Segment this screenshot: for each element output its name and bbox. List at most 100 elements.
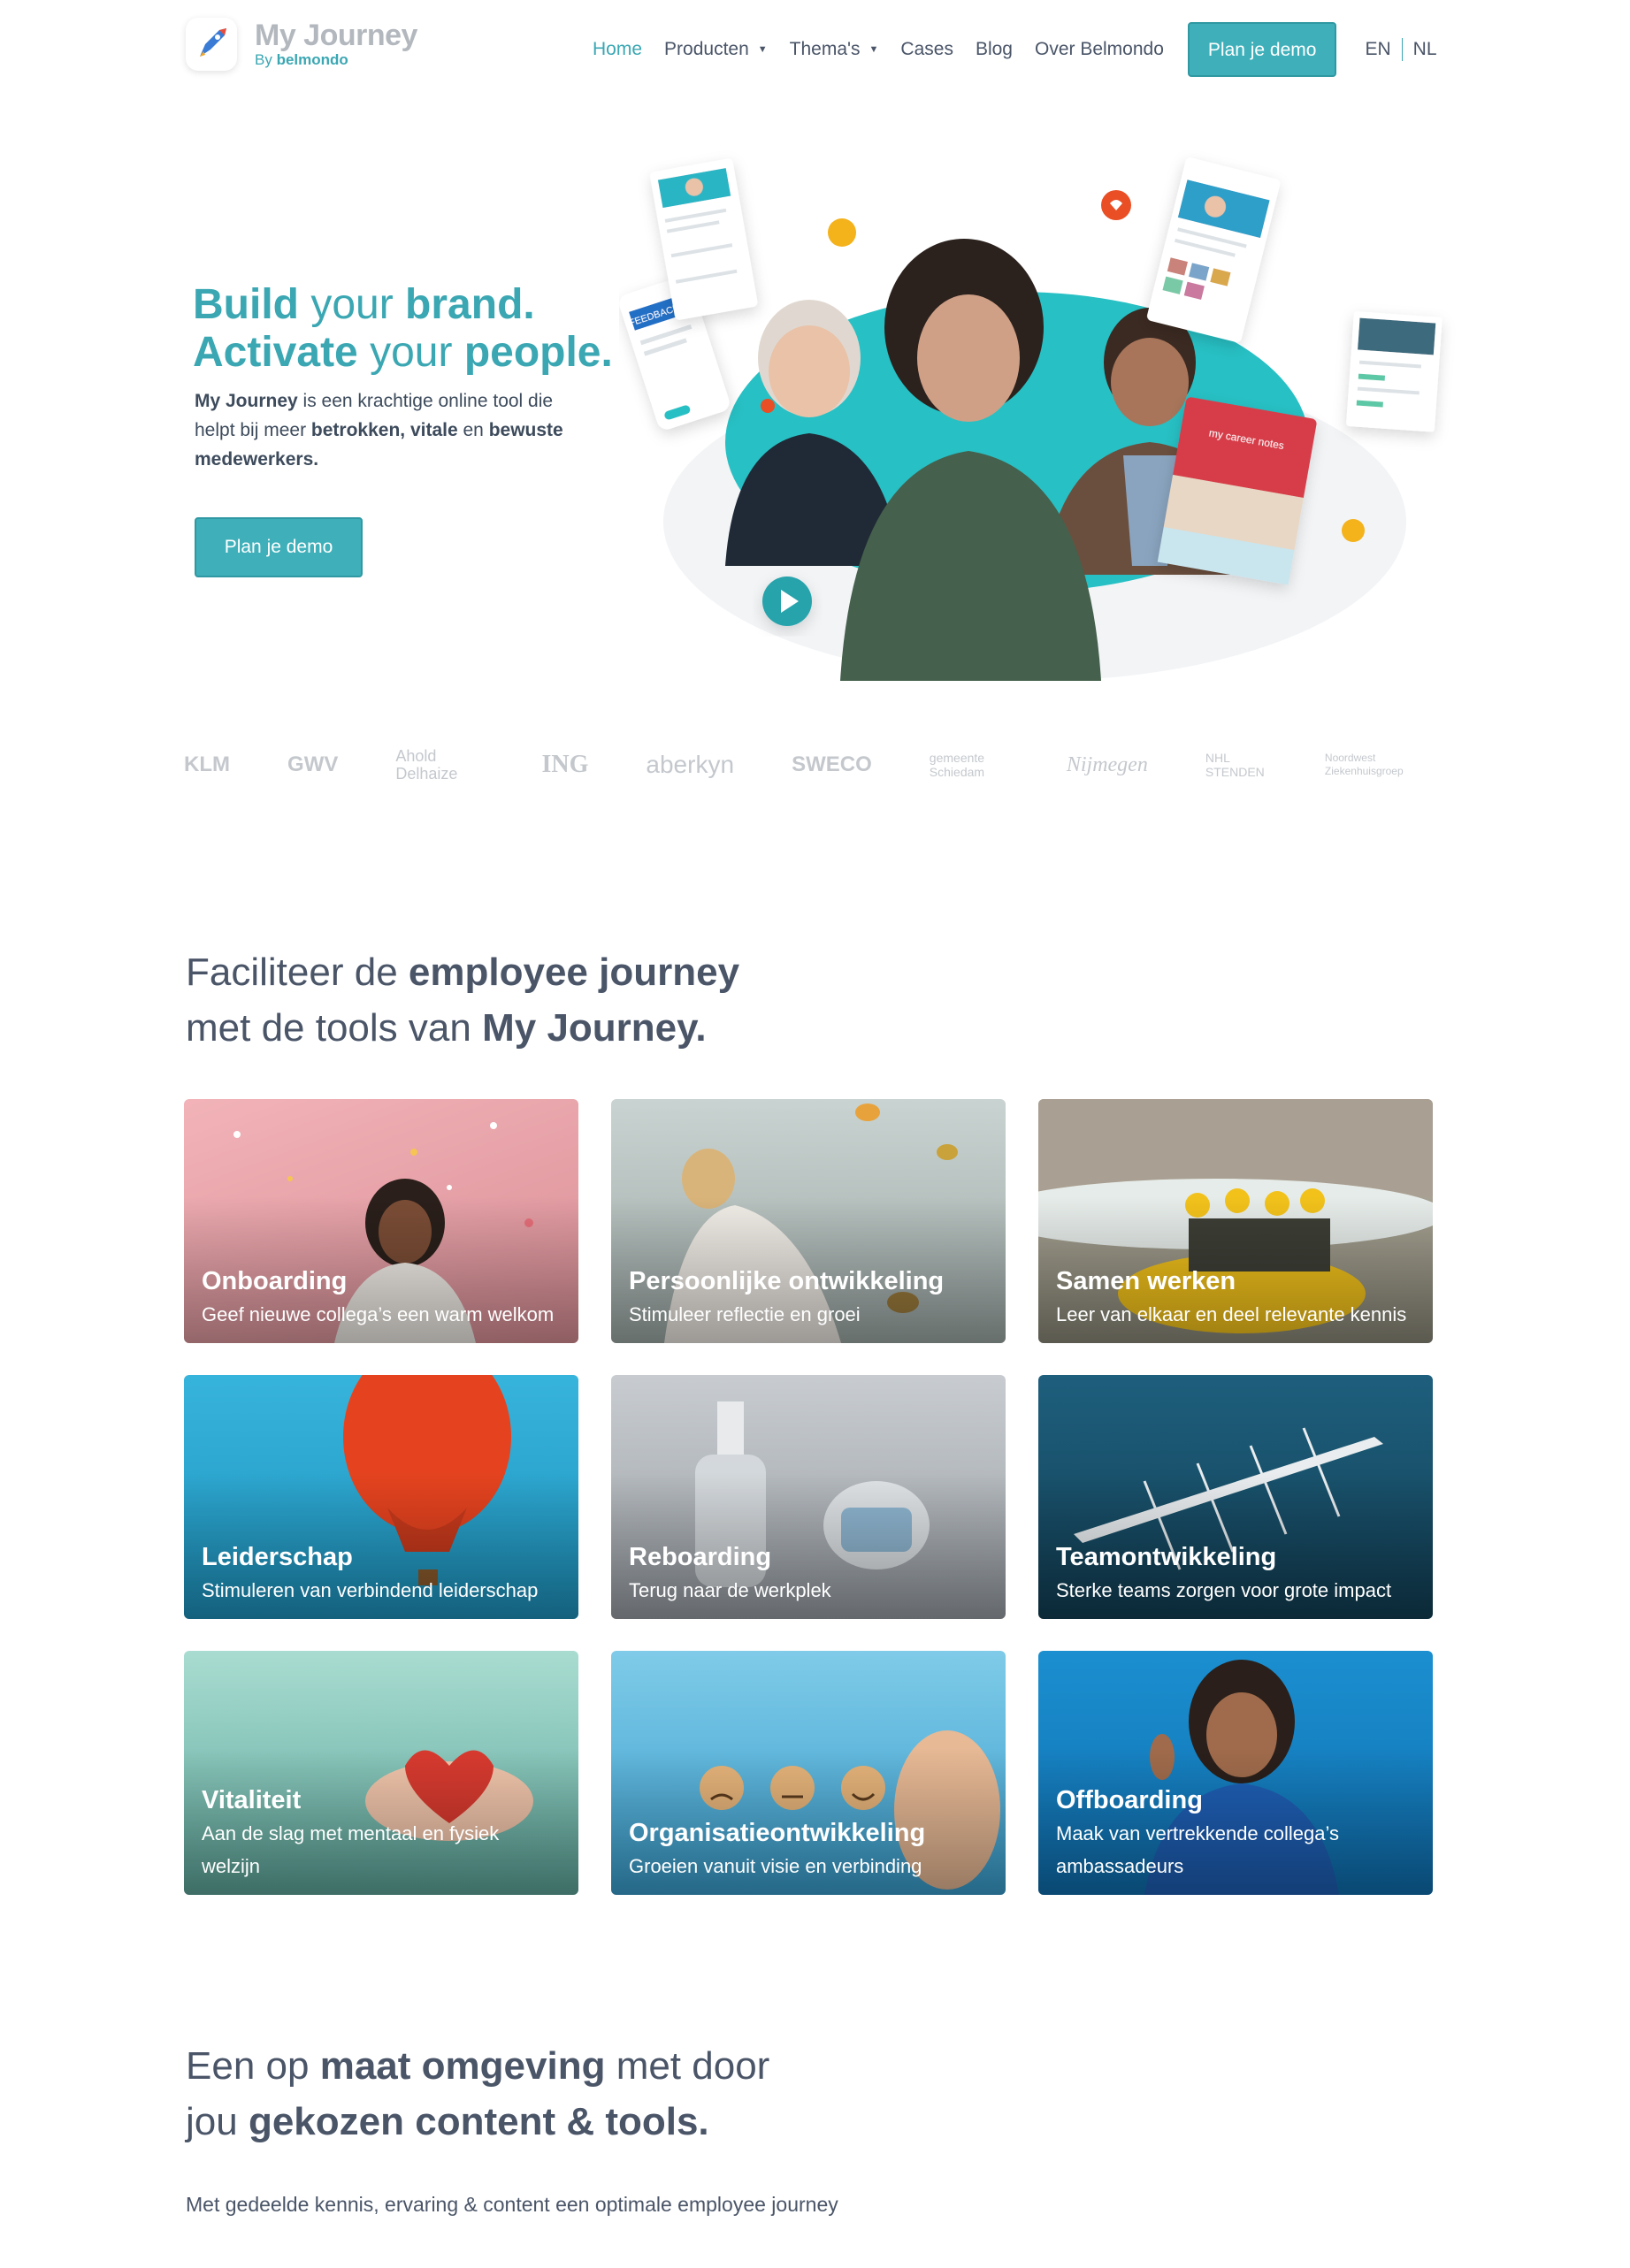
tile-title: Organisatieontwikkeling [629, 1819, 926, 1847]
tile-teamontwikkeling[interactable]: Teamontwikkeling Sterke teams zorgen voo… [1038, 1375, 1433, 1619]
brand-sub-prefix: By [255, 51, 272, 68]
nav-over-label: Over Belmondo [1034, 39, 1164, 59]
tile-content: Teamontwikkeling Sterke teams zorgen voo… [1056, 1540, 1417, 1607]
section-title-line: jou gekozen content & tools. [186, 2094, 769, 2150]
tile-description: Stimuleer reflectie en groei [629, 1303, 861, 1325]
tile-content: Onboarding Geef nieuwe collega’s een war… [202, 1264, 562, 1331]
tile-title: Reboarding [629, 1543, 772, 1571]
plan-demo-hero-button[interactable]: Plan je demo [195, 517, 363, 577]
lang-en[interactable]: EN [1354, 39, 1401, 60]
tile-reboarding[interactable]: Reboarding Terug naar de werkplek [611, 1375, 1006, 1619]
hero-text: is een krachtige online [302, 391, 488, 411]
brand-logo[interactable]: My Journey By belmondo [186, 18, 417, 71]
tile-content: Offboarding Maak van vertrekkende colleg… [1056, 1783, 1417, 1882]
client-logo: NHL STENDEN [1205, 751, 1265, 779]
tile-title: Offboarding [1056, 1786, 1203, 1814]
client-logo: ING [541, 751, 589, 778]
hero-headline: Build your brand. Activate your people. [193, 281, 613, 377]
section-title-bold: My Journey. [482, 1006, 707, 1050]
tile-description: Leer van elkaar en deel relevante kennis [1056, 1303, 1407, 1325]
brand-text: My Journey By belmondo [255, 19, 417, 69]
tile-description: Maak van vertrekkende collega’s ambassad… [1056, 1822, 1339, 1877]
tile-title: Onboarding [202, 1267, 348, 1295]
hero-word: your [310, 281, 394, 328]
tile-description: Geef nieuwe collega’s een warm welkom [202, 1303, 555, 1325]
section-employee-journey-title: Faciliteer de employee journey met de to… [186, 944, 739, 1056]
tile-description: Terug naar de werkplek [629, 1579, 831, 1601]
nav-over-belmondo[interactable]: Over Belmondo [1035, 39, 1164, 60]
section-title-bold: maat omgeving [319, 2044, 606, 2088]
client-logos: KLM GWV Ahold Delhaize ING aberkyn SWECO… [184, 734, 1440, 796]
client-logo: Noordwest Ziekenhuisgroep [1324, 752, 1404, 777]
tile-title: Leiderschap [202, 1543, 353, 1571]
section-title-text: jou [186, 2100, 238, 2143]
section-custom-environment-text: Met gedeelde kennis, ervaring & content … [186, 2193, 838, 2216]
tile-content: Reboarding Terug naar de werkplek [629, 1540, 990, 1607]
hero-line-2: Activate your people. [193, 329, 613, 377]
section-title-line: Faciliteer de employee journey [186, 944, 739, 1000]
tile-content: Persoonlijke ontwikkeling Stimuleer refl… [629, 1264, 990, 1331]
tile-description: Aan de slag met mentaal en fysiek welzij… [202, 1822, 500, 1877]
section-title-line: Een op maat omgeving met door [186, 2038, 769, 2094]
hero-word: Activate [193, 329, 358, 376]
rocket-icon [186, 18, 237, 71]
tile-title: Samen werken [1056, 1267, 1236, 1295]
nav-blog[interactable]: Blog [976, 39, 1013, 60]
hero-word: Build [193, 281, 299, 328]
nav-blog-label: Blog [975, 39, 1013, 59]
tile-vitaliteit[interactable]: Vitaliteit Aan de slag met mentaal en fy… [184, 1651, 578, 1895]
hero-word: brand. [405, 281, 535, 328]
caret-down-icon: ▼ [757, 44, 768, 55]
brand-subtitle: By belmondo [255, 51, 417, 69]
link-badge-icon [1342, 519, 1365, 542]
tile-persoonlijke-ontwikkeling[interactable]: Persoonlijke ontwikkeling Stimuleer refl… [611, 1099, 1006, 1343]
client-logo: Ahold Delhaize [395, 747, 458, 783]
badge-icon [828, 218, 856, 247]
hero-word: your [370, 329, 453, 376]
tile-organisatieontwikkeling[interactable]: Organisatieontwikkeling Groeien vanuit v… [611, 1651, 1006, 1895]
section-title-bold: employee journey [408, 951, 740, 994]
hero-brand-name: My Journey [195, 391, 298, 411]
hero-line-1: Build your brand. [193, 281, 613, 329]
section-title-text: Een op [186, 2044, 310, 2088]
tile-leiderschap[interactable]: Leiderschap Stimuleren van verbindend le… [184, 1375, 578, 1619]
lang-nl[interactable]: NL [1403, 39, 1448, 60]
nav-home[interactable]: Home [593, 39, 642, 60]
main-nav: Home Producten ▼ Thema's ▼ Cases Blog Over… [593, 22, 1448, 77]
client-logo: SWECO [792, 752, 872, 776]
hero-text: en [463, 420, 484, 440]
hero-text-bold: betrokken, vitale [310, 420, 458, 440]
client-logo: Nijmegen [1066, 752, 1148, 776]
nav-producten[interactable]: Producten ▼ [664, 39, 768, 60]
tile-content: Samen werken Leer van elkaar en deel rel… [1056, 1264, 1417, 1331]
tile-description: Stimuleren van verbindend leiderschap [202, 1579, 539, 1601]
tile-description: Groeien vanuit visie en verbinding [629, 1855, 922, 1877]
tile-content: Vitaliteit Aan de slag met mentaal en fy… [202, 1783, 562, 1882]
tile-samen-werken[interactable]: Samen werken Leer van elkaar en deel rel… [1038, 1099, 1433, 1343]
caret-down-icon: ▼ [869, 44, 879, 55]
nav-cases[interactable]: Cases [900, 39, 953, 60]
nav-themas-label: Thema's [789, 39, 861, 59]
nav-producten-label: Producten [664, 39, 749, 59]
hero-word: people. [463, 329, 613, 376]
tile-description: Sterke teams zorgen voor grote impact [1056, 1579, 1392, 1601]
section-title-bold: gekozen content & tools. [248, 2100, 709, 2143]
section-title-line: met de tools van My Journey. [186, 1000, 739, 1056]
nav-themas[interactable]: Thema's ▼ [790, 39, 879, 60]
tile-title: Vitaliteit [202, 1786, 302, 1814]
client-logo: gemeente Schiedam [929, 751, 985, 779]
nav-cases-label: Cases [900, 39, 953, 59]
client-logo: KLM [184, 752, 230, 776]
site-header: My Journey By belmondo Home Producten ▼ T… [0, 0, 1630, 102]
plan-demo-nav-button[interactable]: Plan je demo [1187, 22, 1337, 77]
nav-home-label: Home [593, 39, 643, 59]
hero-illustration: my career notes FEEDBACK [619, 150, 1495, 681]
brand-sub-name: belmondo [276, 51, 348, 68]
brand-title: My Journey [255, 19, 417, 52]
section-title-text: Faciliteer de [186, 951, 398, 994]
tile-title: Persoonlijke ontwikkeling [629, 1267, 945, 1295]
hero-description: My Journey is een krachtige online tool … [195, 386, 593, 474]
tile-offboarding[interactable]: Offboarding Maak van vertrekkende colleg… [1038, 1651, 1433, 1895]
section-title-text: met de tools van [186, 1006, 471, 1050]
tile-onboarding[interactable]: Onboarding Geef nieuwe collega’s een war… [184, 1099, 578, 1343]
